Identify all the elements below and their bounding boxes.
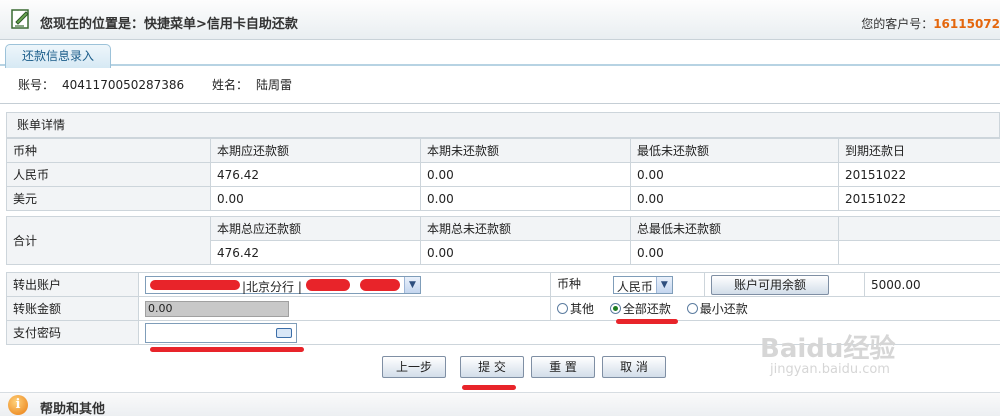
annotation-underline	[462, 385, 516, 390]
available-amount: 5000.00	[864, 272, 1000, 297]
table-cell: 0.00	[630, 186, 839, 211]
currency-cell: 币种 人民币 ▼	[549, 272, 706, 297]
empty-cell	[838, 240, 1000, 265]
chevron-down-icon[interactable]: ▼	[404, 276, 420, 293]
table-cell: 0.00	[210, 186, 421, 211]
redaction-mark	[306, 278, 350, 291]
name-label: 姓名：	[212, 78, 249, 92]
empty-cell	[838, 216, 1000, 241]
amount-label: 转账金额	[6, 296, 139, 321]
amount-cell: 0.00	[138, 296, 551, 321]
radio-label-minimum: 最小还款	[699, 302, 748, 316]
total-label: 合计	[6, 216, 211, 265]
table-cell: 人民币	[6, 162, 211, 187]
submit-button[interactable]: 提 交	[460, 356, 524, 378]
column-header: 最低未还款额	[630, 138, 839, 163]
available-balance-button[interactable]: 账户可用余额	[711, 274, 830, 295]
password-field[interactable]	[145, 322, 297, 343]
edit-document-icon	[11, 9, 29, 29]
table-row: 美元 0.00 0.00 0.00 20151022	[6, 186, 1000, 211]
help-title[interactable]: 帮助和其他	[40, 398, 105, 416]
reset-button[interactable]: 重 置	[531, 356, 595, 378]
table-cell: 0.00	[420, 162, 631, 187]
help-bar: i 帮助和其他	[0, 392, 1000, 416]
table-header-row: 币种 本期应还款额 本期未还款额 最低未还款额 到期还款日	[6, 138, 1000, 163]
radio-minimum-repayment[interactable]	[686, 303, 698, 314]
column-header: 到期还款日	[838, 138, 1000, 163]
column-header: 本期应还款额	[210, 138, 421, 163]
transfer-account-label: 转出账户	[6, 272, 139, 297]
customer-label: 您的客户号：	[861, 17, 934, 31]
table-cell: 0.00	[420, 186, 631, 211]
available-button-cell: 账户可用余额	[704, 272, 866, 297]
radio-label-other: 其他	[570, 302, 595, 316]
customer-number: 您的客户号：16115072	[861, 15, 1000, 32]
watermark-brand: Baidu经验	[760, 334, 896, 364]
breadcrumb: 您现在的位置是：快捷菜单>信用卡自助还款	[40, 17, 298, 32]
cancel-button[interactable]: 取 消	[602, 356, 666, 378]
radio-label-full: 全部还款	[622, 302, 671, 316]
bill-table: 币种 本期应还款额 本期未还款额 最低未还款额 到期还款日 人民币 476.42…	[6, 138, 1000, 211]
currency-label: 币种	[557, 277, 582, 292]
amount-field[interactable]: 0.00	[145, 300, 289, 317]
total-table: 合计 本期总应还款额 本期总未还款额 总最低未还款额 476.42 0.00 0…	[6, 216, 1000, 265]
table-cell: 476.42	[210, 240, 421, 265]
bill-detail-title: 账单详情	[6, 112, 1000, 138]
table-cell: 0.00	[630, 240, 839, 265]
watermark-url: jingyan.baidu.com	[770, 362, 890, 377]
keyboard-icon[interactable]	[276, 327, 292, 338]
column-header: 本期总未还款额	[420, 216, 631, 241]
info-icon: i	[8, 395, 28, 415]
annotation-underline	[150, 347, 304, 352]
repay-options-cell: 其他 全部还款 最小还款	[549, 296, 1000, 321]
table-cell: 20151022	[838, 186, 1000, 211]
column-header: 本期总应还款额	[210, 216, 421, 241]
table-cell: 0.00	[630, 162, 839, 187]
password-label: 支付密码	[6, 320, 139, 345]
prev-button[interactable]: 上一步	[382, 356, 446, 378]
form-row: 转账金额 0.00 其他 全部还款 最小还款	[6, 296, 1000, 321]
redaction-mark	[360, 278, 400, 291]
page-header: 您现在的位置是：快捷菜单>信用卡自助还款 您的客户号：16115072	[0, 0, 1000, 40]
account-name: 陆周雷	[256, 78, 293, 92]
tab-repayment-entry[interactable]: 还款信息录入	[5, 44, 112, 68]
table-cell: 476.42	[210, 162, 421, 187]
radio-other[interactable]	[557, 303, 568, 314]
column-header: 币种	[6, 138, 211, 163]
transfer-account-select[interactable]: |北京分行 | ▼	[145, 275, 421, 294]
chevron-down-icon[interactable]: ▼	[655, 276, 672, 293]
form-row: 转出账户 |北京分行 | ▼ 币种 人民币 ▼ 账户可用余额 5000.00	[6, 272, 1000, 297]
transfer-account-value: |北京分行 |	[242, 279, 302, 294]
account-number: 4041170050287386	[62, 78, 185, 92]
table-cell: 20151022	[838, 162, 1000, 187]
radio-full-repayment[interactable]	[609, 303, 621, 314]
table-cell: 美元	[6, 186, 211, 211]
table-cell: 0.00	[420, 240, 631, 265]
currency-value: 人民币	[616, 279, 653, 294]
transfer-account-cell: |北京分行 | ▼	[138, 272, 551, 297]
currency-select[interactable]: 人民币 ▼	[612, 275, 673, 294]
customer-number-value: 16115072	[933, 17, 1000, 31]
tab-bar: 还款信息录入	[0, 40, 1000, 68]
column-header: 总最低未还款额	[630, 216, 839, 241]
table-row: 人民币 476.42 0.00 0.00 20151022	[6, 162, 1000, 187]
column-header: 本期未还款额	[420, 138, 631, 163]
redaction-mark	[150, 279, 240, 290]
table-row: 合计 本期总应还款额 本期总未还款额 总最低未还款额	[6, 216, 1000, 265]
account-info: 账号： 4041170050287386 姓名： 陆周雷	[0, 66, 1000, 104]
annotation-underline	[616, 319, 678, 324]
account-label: 账号：	[18, 78, 55, 92]
